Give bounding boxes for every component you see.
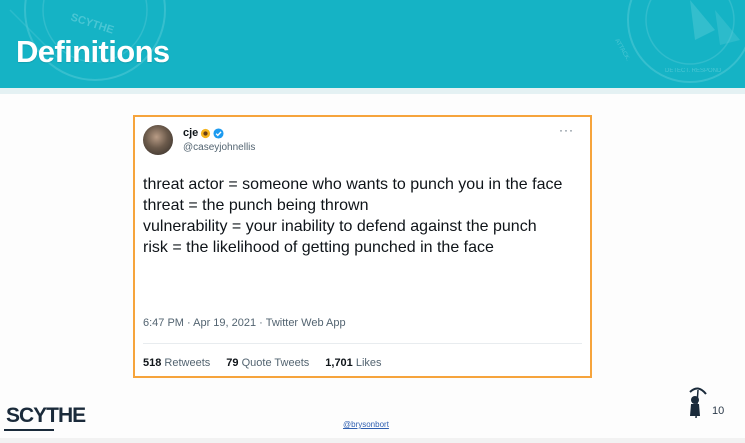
quote-tweets-stat[interactable]: 79 Quote Tweets bbox=[226, 357, 309, 369]
author-name-row: cje bbox=[183, 126, 224, 140]
slide-bottom-edge bbox=[0, 438, 745, 443]
quote-tweets-count: 79 bbox=[226, 357, 239, 369]
verified-badge-icon bbox=[213, 127, 224, 139]
tweet-line: risk = the likelihood of getting punched… bbox=[143, 239, 494, 256]
svg-text:DETECT. RESPOND: DETECT. RESPOND bbox=[665, 68, 722, 74]
tweet-timestamp[interactable]: 6:47 PM · Apr 19, 2021 · Twitter Web App bbox=[143, 317, 346, 329]
tweet-body: threat actor = someone who wants to punc… bbox=[143, 174, 583, 258]
tweet-line: threat = the punch being thrown bbox=[143, 197, 369, 214]
svg-text:ATTACK.: ATTACK. bbox=[613, 38, 631, 62]
logo-underline bbox=[4, 429, 54, 431]
author-display-name[interactable]: cje bbox=[183, 127, 198, 139]
more-options-icon[interactable]: ··· bbox=[559, 123, 574, 137]
embedded-tweet[interactable]: cje @caseyjohnellis ··· threat actor = s… bbox=[133, 115, 592, 378]
tweet-line: threat actor = someone who wants to punc… bbox=[143, 176, 563, 193]
retweets-label: Retweets bbox=[164, 357, 211, 369]
slide: SCYTHE ATTACK. DETECT. RESPOND Definitio… bbox=[0, 0, 745, 443]
retweets-stat[interactable]: 518 Retweets bbox=[143, 357, 210, 369]
page-number: 10 bbox=[712, 405, 725, 417]
likes-stat[interactable]: 1,701 Likes bbox=[325, 357, 381, 369]
likes-count: 1,701 bbox=[325, 357, 353, 369]
quote-tweets-label: Quote Tweets bbox=[241, 357, 310, 369]
author-handle[interactable]: @caseyjohnellis bbox=[183, 142, 255, 153]
title-banner: SCYTHE ATTACK. DETECT. RESPOND Definitio… bbox=[0, 0, 745, 88]
avatar[interactable] bbox=[143, 125, 173, 155]
presenter-handle-link[interactable]: @brysonbort bbox=[343, 420, 389, 429]
retweets-count: 518 bbox=[143, 357, 162, 369]
sunflower-icon bbox=[201, 128, 211, 138]
divider bbox=[143, 343, 582, 344]
seal-watermark-right: ATTACK. DETECT. RESPOND bbox=[613, 0, 745, 83]
scythe-logo: SCYTHE bbox=[6, 404, 86, 427]
tweet-line: vulnerability = your inability to defend… bbox=[143, 218, 537, 235]
tweet-stats: 518 Retweets 79 Quote Tweets 1,701 Likes bbox=[143, 357, 382, 369]
likes-label: Likes bbox=[355, 357, 382, 369]
slide-title: Definitions bbox=[16, 34, 170, 69]
reaper-mascot-icon bbox=[689, 387, 707, 419]
svg-text:SCYTHE: SCYTHE bbox=[69, 11, 115, 36]
banner-shadow-band bbox=[0, 88, 745, 94]
